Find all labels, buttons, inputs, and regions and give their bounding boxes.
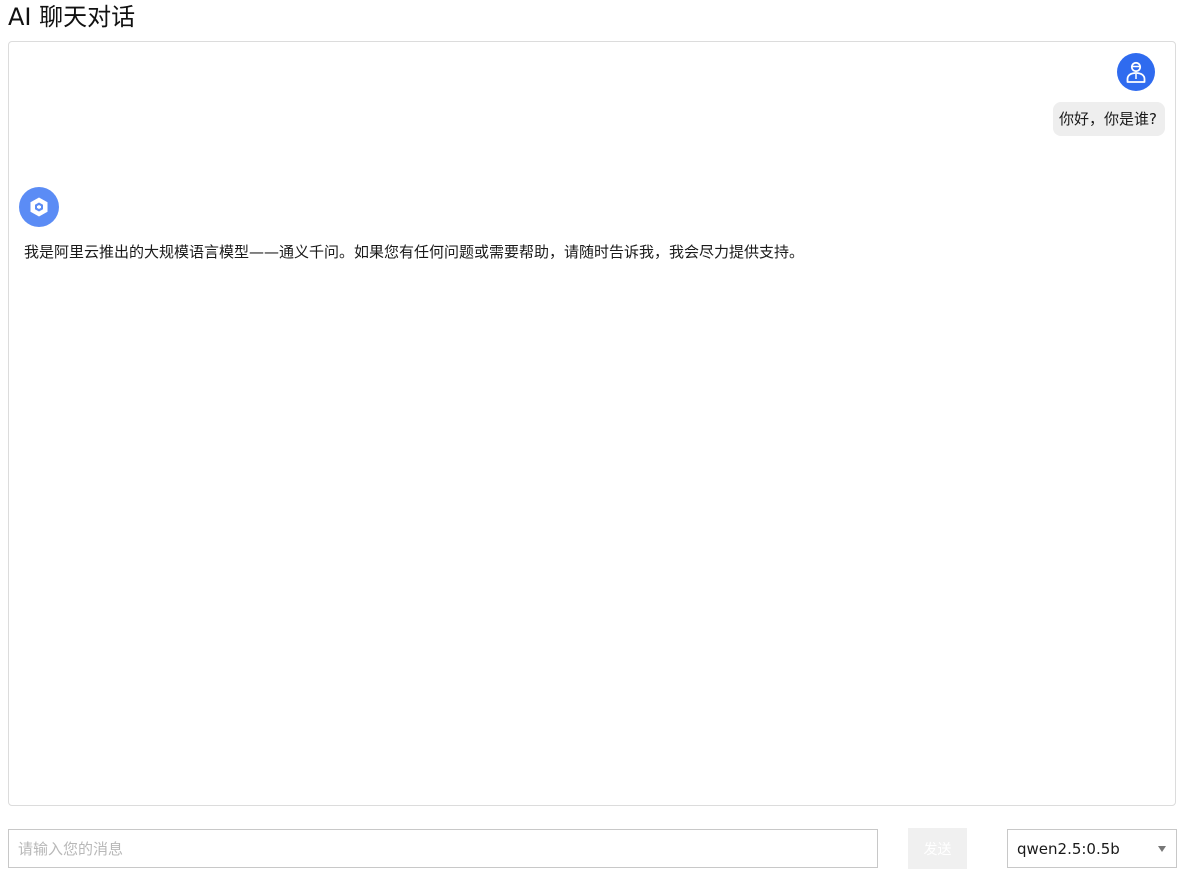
user-message-bubble: 你好，你是谁? [1053, 102, 1165, 136]
chat-message-panel[interactable]: 你好，你是谁? 我是阿里云推出的大规模语言模型——通义千问。如果您有任何问题或需… [8, 41, 1176, 806]
user-avatar-icon [1126, 61, 1146, 83]
model-select-value: qwen2.5:0.5b [1017, 839, 1120, 858]
assistant-avatar [19, 187, 59, 227]
send-button[interactable]: 发送 [908, 828, 967, 869]
message-input[interactable] [8, 829, 878, 868]
user-avatar [1117, 53, 1155, 91]
model-select[interactable]: qwen2.5:0.5b [1007, 829, 1177, 868]
assistant-message-text: 我是阿里云推出的大规模语言模型——通义千问。如果您有任何问题或需要帮助，请随时告… [24, 243, 805, 261]
assistant-logo-icon [30, 197, 48, 217]
page-title: AI 聊天对话 [8, 3, 136, 31]
chevron-down-icon [1158, 846, 1166, 852]
